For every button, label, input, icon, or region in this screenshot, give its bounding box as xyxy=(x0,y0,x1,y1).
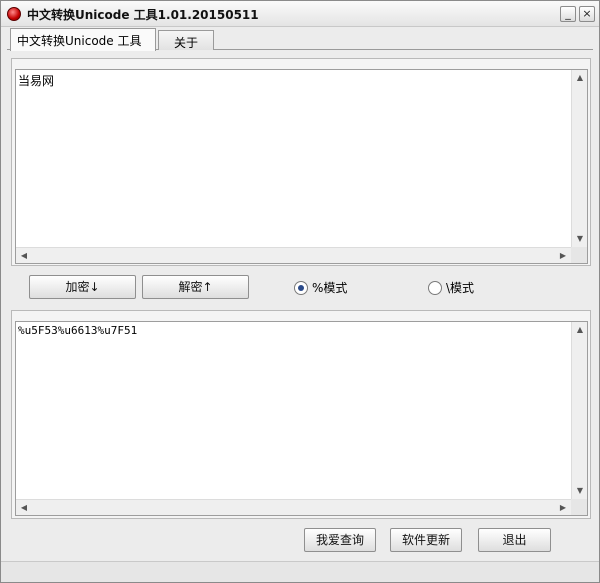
scroll-up-icon[interactable]: ▲ xyxy=(572,322,587,338)
window-title: 中文转换Unicode 工具1.01.20150511 xyxy=(27,8,259,22)
decrypt-button[interactable]: 解密↑ xyxy=(142,275,249,299)
input-text: 当易网 xyxy=(18,74,55,88)
input-textarea[interactable]: 当易网 ▲ ▼ ◀ ▶ xyxy=(15,69,588,264)
scroll-left-icon[interactable]: ◀ xyxy=(16,500,32,515)
exit-button[interactable]: 退出 xyxy=(478,528,551,552)
scroll-corner xyxy=(571,499,587,515)
tab-about[interactable]: 关于 xyxy=(158,30,214,50)
red-orb-icon xyxy=(7,7,21,21)
title-bar[interactable]: 中文转换Unicode 工具1.01.20150511 _ × xyxy=(1,1,599,27)
percent-mode-label: %模式 xyxy=(312,281,348,295)
tab-converter[interactable]: 中文转换Unicode 工具 xyxy=(10,28,156,51)
scroll-right-icon[interactable]: ▶ xyxy=(555,500,571,515)
output-horizontal-scrollbar[interactable]: ◀ ▶ xyxy=(16,499,571,515)
scroll-left-icon[interactable]: ◀ xyxy=(16,248,32,263)
encrypt-button[interactable]: 加密↓ xyxy=(29,275,136,299)
backslash-mode-radio[interactable]: \模式 xyxy=(428,279,474,295)
scroll-right-icon[interactable]: ▶ xyxy=(555,248,571,263)
backslash-mode-label: \模式 xyxy=(446,281,475,295)
minimize-button[interactable]: _ xyxy=(560,6,576,22)
app-window: 中文转换Unicode 工具1.01.20150511 _ × 中文转换Unic… xyxy=(0,0,600,583)
output-textarea[interactable]: %u5F53%u6613%u7F51 ▲ ▼ ◀ ▶ xyxy=(15,321,588,516)
radio-unchecked-icon[interactable] xyxy=(428,280,442,295)
query-button[interactable]: 我爱查询 xyxy=(304,528,376,552)
output-panel: %u5F53%u6613%u7F51 ▲ ▼ ◀ ▶ xyxy=(11,310,591,519)
scroll-down-icon[interactable]: ▼ xyxy=(572,231,587,247)
input-horizontal-scrollbar[interactable]: ◀ ▶ xyxy=(16,247,571,263)
radio-checked-icon[interactable] xyxy=(294,280,308,295)
input-vertical-scrollbar[interactable]: ▲ ▼ xyxy=(571,70,587,247)
output-text: %u5F53%u6613%u7F51 xyxy=(18,324,138,337)
close-button[interactable]: × xyxy=(579,6,595,22)
scroll-down-icon[interactable]: ▼ xyxy=(572,483,587,499)
update-button[interactable]: 软件更新 xyxy=(390,528,462,552)
scroll-corner xyxy=(571,247,587,263)
input-panel: 当易网 ▲ ▼ ◀ ▶ xyxy=(11,58,591,266)
scroll-up-icon[interactable]: ▲ xyxy=(572,70,587,86)
status-bar xyxy=(1,561,599,582)
tab-bar: 中文转换Unicode 工具 关于 xyxy=(7,28,593,51)
percent-mode-radio[interactable]: %模式 xyxy=(294,279,347,295)
output-vertical-scrollbar[interactable]: ▲ ▼ xyxy=(571,322,587,499)
